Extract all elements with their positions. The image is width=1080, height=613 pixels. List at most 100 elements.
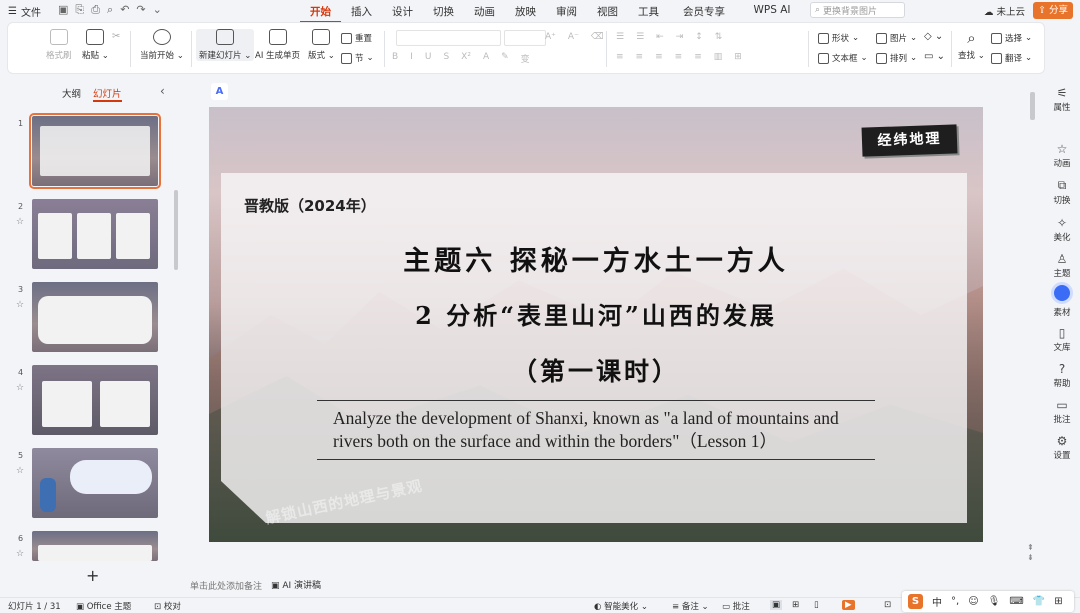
indent-increase-icon[interactable]: ⇥: [676, 32, 684, 42]
tab-view[interactable]: 视图: [587, 4, 628, 23]
tab-slideshow[interactable]: 放映: [505, 4, 546, 23]
properties-button[interactable]: ⚟ 属性: [1044, 86, 1080, 113]
tab-review[interactable]: 审阅: [546, 4, 587, 23]
tab-outline[interactable]: 大纲: [62, 86, 81, 102]
fill-icon[interactable]: ◇ ⌄: [924, 31, 943, 42]
settings-button[interactable]: ⚙ 设置: [1044, 434, 1080, 461]
edition-label[interactable]: 晋教版（2024年）: [244, 195, 376, 216]
grid-icon[interactable]: ⊞: [1054, 596, 1062, 607]
align-right-icon[interactable]: ≡: [655, 52, 663, 62]
find-button[interactable]: ⌕ 查找 ⌄: [958, 29, 985, 61]
columns-icon[interactable]: ▥: [714, 52, 723, 62]
punctuation-icon[interactable]: °,: [951, 596, 959, 607]
transition-button[interactable]: ⧉ 切换: [1044, 178, 1080, 206]
star-icon[interactable]: ☆: [16, 217, 24, 227]
star-icon[interactable]: ☆: [16, 383, 24, 393]
notes-toggle[interactable]: ≡ 备注 ⌄: [672, 600, 709, 612]
prev-slide-icon[interactable]: ⇞: [1027, 543, 1034, 553]
font-family-select[interactable]: [396, 30, 501, 46]
slide-title-line-3[interactable]: （第一课时）: [209, 352, 983, 388]
slide-thumbnail[interactable]: [29, 113, 161, 189]
font-size-select[interactable]: [504, 30, 546, 46]
sorter-view-icon[interactable]: ⊞: [792, 600, 799, 610]
italic-icon[interactable]: I: [410, 52, 413, 65]
help-button[interactable]: ? 帮助: [1044, 362, 1080, 389]
superscript-icon[interactable]: X²: [461, 52, 471, 65]
cut-icon[interactable]: ✂: [112, 31, 120, 42]
print-icon[interactable]: ⎙: [91, 3, 100, 17]
chevron-down-icon[interactable]: ⌄: [153, 3, 162, 17]
ime-language[interactable]: 中: [932, 594, 942, 609]
line-spacing-icon[interactable]: ↕: [695, 32, 703, 42]
star-icon[interactable]: ☆: [16, 466, 24, 476]
strikethrough-icon[interactable]: S: [443, 52, 449, 65]
star-icon[interactable]: ☆: [16, 300, 24, 310]
keyboard-icon[interactable]: ⌨: [1009, 596, 1023, 607]
comment-button[interactable]: ▭ 批注: [1044, 398, 1080, 425]
smart-beautify-button[interactable]: ◐ 智能美化 ⌄: [594, 600, 648, 612]
font-shrink-icon[interactable]: A⁻: [568, 32, 579, 42]
distribute-icon[interactable]: ≡: [694, 52, 702, 62]
tab-member[interactable]: 会员专享: [669, 4, 739, 23]
section-button[interactable]: 节 ⌄: [341, 52, 374, 64]
tab-insert[interactable]: 插入: [341, 4, 382, 23]
tab-transitions[interactable]: 切换: [423, 4, 464, 23]
slide-thumbnail[interactable]: [32, 448, 158, 518]
ime-logo-icon[interactable]: S: [908, 594, 923, 609]
collapse-panel-icon[interactable]: ‹: [160, 84, 165, 98]
export-icon[interactable]: ⎘: [75, 3, 84, 17]
font-grow-icon[interactable]: A⁺: [545, 32, 556, 42]
format-painter-button[interactable]: 格式刷: [46, 29, 72, 61]
undo-icon[interactable]: ↶: [120, 3, 129, 17]
font-color-icon[interactable]: A: [483, 52, 489, 65]
tab-animations[interactable]: 动画: [464, 4, 505, 23]
from-current-button[interactable]: 当前开始 ⌄: [140, 29, 184, 61]
justify-icon[interactable]: ≡: [675, 52, 683, 62]
slide-title-line-1[interactable]: 主题六 探秘一方水土一方人: [209, 239, 983, 278]
slide-thumbnail[interactable]: [32, 531, 158, 561]
select-button[interactable]: 选择 ⌄: [991, 32, 1032, 44]
play-slideshow-button[interactable]: ▶: [842, 600, 855, 610]
english-subtitle[interactable]: Analyze the development of Shanxi, known…: [333, 407, 873, 453]
indent-decrease-icon[interactable]: ⇤: [656, 32, 664, 42]
animation-button[interactable]: ☆ 动画: [1044, 142, 1080, 169]
reset-button[interactable]: 重置: [341, 32, 372, 44]
tab-design[interactable]: 设计: [382, 4, 423, 23]
char-spacing-icon[interactable]: 变: [521, 52, 530, 65]
print-preview-icon[interactable]: ⌕: [107, 3, 113, 17]
bold-icon[interactable]: B: [392, 52, 398, 65]
numbering-icon[interactable]: ☰: [636, 32, 644, 42]
outline-icon[interactable]: ▭ ⌄: [924, 51, 945, 62]
ai-speech-button[interactable]: ▣ AI 演讲稿: [271, 578, 321, 591]
star-icon[interactable]: ☆: [16, 549, 24, 559]
shape-button[interactable]: 形状 ⌄: [818, 32, 859, 44]
slide-thumbnail[interactable]: [32, 365, 158, 435]
textbox-button[interactable]: 文本框 ⌄: [818, 52, 868, 64]
tab-home[interactable]: 开始: [300, 4, 341, 23]
translate-button[interactable]: 翻译 ⌄: [991, 52, 1032, 64]
slide-title-line-2[interactable]: 2 分析“表里山河”山西的发展: [209, 296, 983, 331]
cloud-status[interactable]: ☁ 未上云: [984, 4, 1025, 18]
highlight-icon[interactable]: ✎: [501, 52, 509, 65]
wps-ai-icon[interactable]: A: [211, 83, 228, 100]
fit-window-icon[interactable]: ⊡: [884, 600, 891, 610]
material-button[interactable]: 素材: [1044, 282, 1080, 318]
comments-toggle[interactable]: ▭ 批注: [722, 600, 750, 612]
align-left-icon[interactable]: ≡: [616, 52, 624, 62]
microphone-icon[interactable]: 🎙: [988, 596, 1001, 607]
picture-button[interactable]: 图片 ⌄: [876, 32, 917, 44]
arrange-button[interactable]: 排列 ⌄: [876, 52, 917, 64]
bullets-icon[interactable]: ☰: [616, 32, 624, 42]
share-button[interactable]: ⇪ 分享: [1033, 2, 1073, 19]
notes-placeholder[interactable]: 单击此处添加备注: [190, 579, 262, 592]
new-slide-button[interactable]: 新建幻灯片 ⌄: [196, 29, 255, 61]
reading-view-icon[interactable]: ▯: [814, 600, 819, 610]
beautify-button[interactable]: ✧ 美化: [1044, 216, 1080, 243]
tab-slides[interactable]: 幻灯片: [93, 86, 122, 102]
redo-icon[interactable]: ↷: [136, 3, 145, 17]
align-center-icon[interactable]: ≡: [636, 52, 644, 62]
text-direction-icon[interactable]: ⇅: [715, 32, 723, 42]
slide-canvas[interactable]: 经纬地理 晋教版（2024年） 主题六 探秘一方水土一方人 2 分析“表里山河”…: [209, 107, 983, 542]
thumbnail-scrollbar[interactable]: [174, 190, 178, 270]
file-menu[interactable]: ☰ 文件: [8, 4, 41, 19]
